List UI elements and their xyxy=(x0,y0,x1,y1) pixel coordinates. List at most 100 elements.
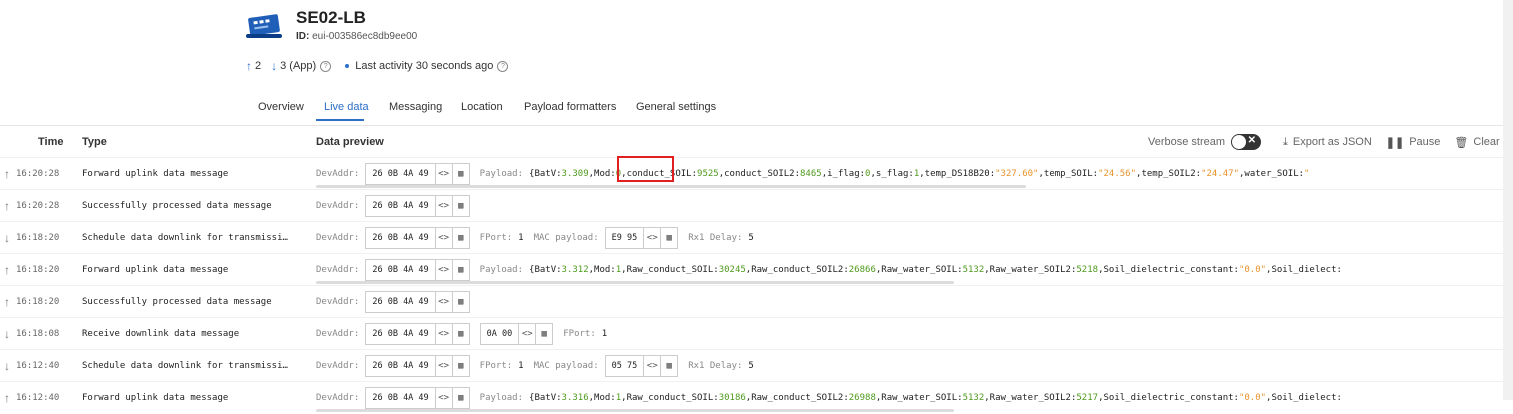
help-icon[interactable]: ? xyxy=(320,60,332,72)
event-time: 16:18:08 xyxy=(16,329,60,339)
payload-value: 8465 xyxy=(800,169,822,179)
tab-overview[interactable]: Overview xyxy=(258,101,304,113)
payload-value: "0.0" xyxy=(1238,393,1267,403)
toggle-format-icon[interactable]: <> xyxy=(435,387,453,409)
toggle-format-icon[interactable]: <> xyxy=(644,227,662,249)
pause-button[interactable]: ❚❚ Pause xyxy=(1386,136,1441,149)
mac-payload-label: MAC payload: xyxy=(533,233,599,243)
tab-live-data[interactable]: Live data xyxy=(324,101,369,113)
payload-key: Soil_dielectric_constant: xyxy=(1103,393,1239,403)
event-time: 16:18:20 xyxy=(16,265,60,275)
table-row[interactable]: ↑ 16:20:28 Successfully processed data mes… xyxy=(0,189,1503,222)
copy-icon[interactable]: ▦ xyxy=(452,259,470,281)
toggle-format-icon[interactable]: <> xyxy=(435,291,453,313)
copy-icon[interactable]: ▦ xyxy=(452,387,470,409)
copy-icon[interactable]: ▦ xyxy=(452,227,470,249)
downlink-arrow-icon: ↓ xyxy=(4,231,10,245)
export-json-button[interactable]: ⤓ Export as JSON xyxy=(1283,136,1372,149)
table-row[interactable]: ↓ 16:18:08 Receive downlink data message De… xyxy=(0,317,1503,350)
verbose-stream-label: Verbose stream xyxy=(1148,136,1226,148)
payload-key: temp_SOIL2: xyxy=(1141,169,1202,179)
download-icon: ⤓ xyxy=(1283,135,1288,148)
payload-key: Raw_water_SOIL: xyxy=(881,265,963,275)
tab-location[interactable]: Location xyxy=(461,101,503,113)
event-time: 16:12:40 xyxy=(16,393,60,403)
data-preview: DevAddr: 26 0B 4A 49 <> ▦ xyxy=(316,291,470,313)
horizontal-scrollbar[interactable] xyxy=(316,281,954,284)
event-type: Successfully processed data message xyxy=(82,297,272,307)
activity-dot-icon xyxy=(345,64,350,68)
rx1-delay-label: Rx1 Delay: xyxy=(688,361,743,371)
payload-key: BatV: xyxy=(534,169,562,179)
payload-label: Payload: xyxy=(479,169,524,179)
tab-messaging[interactable]: Messaging xyxy=(389,101,442,113)
uplink-arrow-icon: ↑ xyxy=(4,167,10,181)
payload-key: water_SOIL: xyxy=(1244,169,1305,179)
toggle-format-icon[interactable]: <> xyxy=(435,195,453,217)
data-preview: DevAddr: 26 0B 4A 49 <> ▦ Payload:{ BatV: 3.… xyxy=(316,387,1342,409)
uplink-arrow-icon: ↑ xyxy=(4,263,10,277)
copy-icon[interactable]: ▦ xyxy=(661,227,679,249)
uplink-count: 2 xyxy=(255,60,262,72)
payload-label: Payload: xyxy=(479,265,524,275)
toggle-format-icon[interactable]: <> xyxy=(435,227,453,249)
payload-value: 5217 xyxy=(1076,393,1099,403)
data-preview: DevAddr: 26 0B 4A 49 <> ▦ FPort: 1 MAC payload… xyxy=(316,355,754,377)
payload-value: 5132 xyxy=(962,393,985,403)
table-row[interactable]: ↑ 16:18:20 Forward uplink data message DevA… xyxy=(0,253,1503,286)
clear-button[interactable]: 🗑 Clear xyxy=(1454,136,1499,149)
event-time: 16:18:20 xyxy=(16,233,60,243)
copy-icon[interactable]: ▦ xyxy=(452,323,470,345)
payload-key: Soil_dielect: xyxy=(1271,393,1342,403)
copy-icon[interactable]: ▦ xyxy=(536,323,554,345)
toggle-format-icon[interactable]: <> xyxy=(435,323,453,345)
toggle-format-icon[interactable]: <> xyxy=(644,355,662,377)
devaddr-label: DevAddr: xyxy=(316,169,360,179)
verbose-stream-toggle[interactable]: ✕ xyxy=(1231,134,1262,150)
trash-icon: 🗑 xyxy=(1454,136,1469,149)
table-row[interactable]: ↑ 16:18:20 Successfully processed data mes… xyxy=(0,285,1503,318)
data-preview: DevAddr: 26 0B 4A 49 <> ▦ Payload:{ BatV: 3.… xyxy=(316,163,1309,185)
copy-icon[interactable]: ▦ xyxy=(452,291,470,313)
payload-value: 5218 xyxy=(1076,265,1099,275)
copy-icon[interactable]: ▦ xyxy=(452,163,470,185)
mac-payload-value: E9 95 xyxy=(604,227,645,249)
toggle-format-icon[interactable]: <> xyxy=(435,259,453,281)
payload-key: Raw_water_SOIL2: xyxy=(989,265,1077,275)
horizontal-scrollbar[interactable] xyxy=(316,409,954,412)
toggle-format-icon[interactable]: <> xyxy=(435,163,453,185)
payload-key: Raw_conduct_SOIL2: xyxy=(751,265,849,275)
copy-icon[interactable]: ▦ xyxy=(452,355,470,377)
event-time: 16:18:20 xyxy=(16,297,60,307)
tabs-divider xyxy=(0,125,1503,126)
device-board-icon xyxy=(246,14,282,38)
data-preview: DevAddr: 26 0B 4A 49 <> ▦ xyxy=(316,195,470,217)
devaddr-value: 26 0B 4A 49 xyxy=(365,323,436,345)
uplink-arrow-icon: ↑ xyxy=(4,391,10,405)
table-row[interactable]: ↓ 16:12:40 Schedule data downlink for tran… xyxy=(0,349,1503,382)
toggle-format-icon[interactable]: <> xyxy=(519,323,537,345)
tab-payload-formatters[interactable]: Payload formatters xyxy=(524,101,616,113)
fport-label: FPort: xyxy=(479,361,513,371)
help-icon[interactable]: ? xyxy=(497,60,509,72)
table-row[interactable]: ↓ 16:18:20 Schedule data downlink for tran… xyxy=(0,221,1503,254)
rx1-delay-value: 5 xyxy=(748,233,754,243)
copy-icon[interactable]: ▦ xyxy=(661,355,679,377)
payload-key: Raw_water_SOIL: xyxy=(881,393,963,403)
devaddr-value: 26 0B 4A 49 xyxy=(365,163,436,185)
toggle-format-icon[interactable]: <> xyxy=(435,355,453,377)
pause-icon: ❚❚ xyxy=(1385,136,1405,149)
devaddr-value: 26 0B 4A 49 xyxy=(365,227,436,249)
fport-value: 1 xyxy=(518,361,524,371)
horizontal-scrollbar[interactable] xyxy=(316,185,1026,188)
frm-payload-value: 0A 00 xyxy=(479,323,520,345)
page-scrollbar[interactable] xyxy=(1503,0,1513,400)
payload-key: Raw_conduct_SOIL: xyxy=(626,265,719,275)
table-row[interactable]: ↑ 16:12:40 Forward uplink data message DevA… xyxy=(0,381,1503,414)
payload-key: Raw_water_SOIL2: xyxy=(989,393,1077,403)
tab-general-settings[interactable]: General settings xyxy=(636,101,716,113)
table-row[interactable]: ↑ 16:20:28 Forward uplink data message DevA… xyxy=(0,157,1503,190)
column-header-time: Time xyxy=(38,136,64,148)
copy-icon[interactable]: ▦ xyxy=(452,195,470,217)
live-data-toolbar: Verbose stream ✕ ⤓ Export as JSON ❚❚ Pause… xyxy=(1148,134,1500,150)
